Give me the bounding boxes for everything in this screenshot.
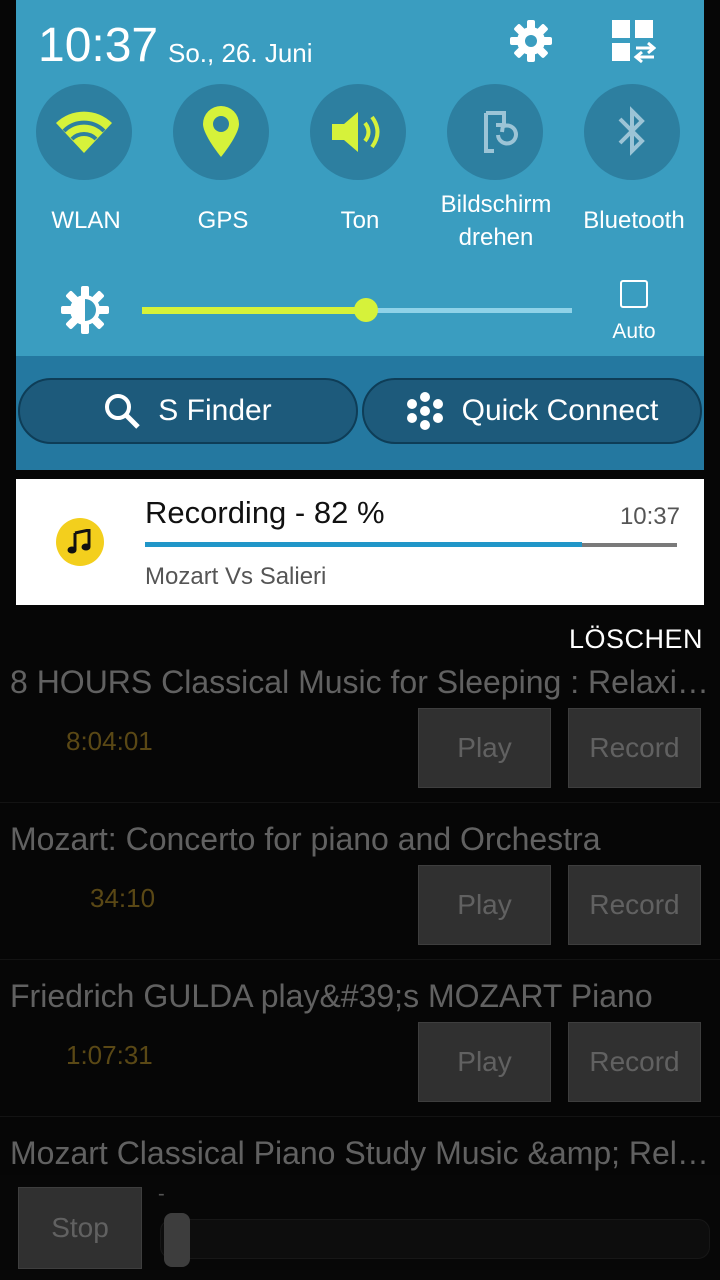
play-button[interactable]: Play (418, 708, 551, 788)
gear-icon[interactable] (508, 18, 554, 64)
list-item: 8 HOURS Classical Music for Sleeping : R… (0, 646, 720, 803)
video-title: 8 HOURS Classical Music for Sleeping : R… (10, 664, 710, 700)
seek-bar[interactable] (160, 1219, 710, 1259)
list-item: Friedrich GULDA play&#39;s MOZART Piano … (0, 960, 720, 1117)
edit-grid-icon[interactable] (610, 18, 656, 64)
music-note-icon (56, 518, 104, 566)
bluetooth-icon (618, 106, 645, 156)
video-title: Friedrich GULDA play&#39;s MOZART Piano (10, 978, 653, 1014)
date: So., 26. Juni (168, 38, 313, 68)
toggle-bluetooth[interactable] (584, 84, 680, 180)
seek-handle[interactable] (164, 1213, 190, 1267)
play-button[interactable]: Play (418, 1022, 551, 1102)
s-finder-label: S Finder (158, 394, 272, 427)
recording-progress-fill (145, 542, 582, 547)
tile-label: Bildschirm drehen (440, 191, 552, 251)
notification-subtitle: Mozart Vs Salieri (145, 563, 327, 590)
tile-label: WLAN (51, 207, 121, 234)
tile-label: Ton (340, 207, 380, 234)
list-item: Mozart: Concerto for piano and Orchestra… (0, 803, 720, 960)
player-bar: Stop - (0, 1175, 720, 1280)
toggle-sound[interactable] (310, 84, 406, 180)
brightness-icon (61, 286, 109, 334)
video-duration: 34:10 (90, 883, 156, 913)
notification-time: 10:37 (619, 503, 680, 530)
toggle-gps[interactable] (173, 84, 269, 180)
play-button[interactable]: Play (418, 865, 551, 945)
quick-settings-panel: 10:37 So., 26. Juni WLAN GPS Ton Bildsch… (16, 0, 704, 470)
brightness-handle[interactable] (354, 298, 378, 322)
stop-button[interactable]: Stop (18, 1187, 142, 1269)
notification-title: Recording - 82 % (145, 495, 385, 530)
video-duration: 1:07:31 (66, 1040, 153, 1070)
tile-label: GPS (197, 207, 249, 234)
auto-brightness-checkbox[interactable] (620, 280, 648, 308)
record-button[interactable]: Record (568, 1022, 701, 1102)
toggle-wlan[interactable] (36, 84, 132, 180)
record-button[interactable]: Record (568, 865, 701, 945)
player-status: - (158, 1183, 165, 1205)
search-icon (105, 394, 141, 429)
brightness-fill (142, 307, 366, 314)
video-duration: 8:04:01 (66, 726, 153, 756)
tile-label: Bluetooth (583, 207, 685, 234)
s-finder-button[interactable]: S Finder (18, 378, 358, 444)
toggle-rotate[interactable] (447, 84, 543, 180)
rotate-screen-icon (484, 111, 518, 153)
record-button[interactable]: Record (568, 708, 701, 788)
quick-connect-label: Quick Connect (461, 394, 659, 427)
quick-connect-button[interactable]: Quick Connect (362, 378, 702, 444)
clear-notifications-button[interactable]: LÖSCHEN (569, 624, 703, 655)
location-pin-icon (203, 106, 239, 157)
video-title: Mozart: Concerto for piano and Orchestra (10, 821, 601, 857)
recording-notification[interactable]: Recording - 82 % 10:37 Mozart Vs Salieri (16, 479, 704, 605)
wifi-icon (56, 111, 112, 153)
speaker-icon (332, 112, 380, 152)
auto-brightness-label: Auto (612, 320, 656, 343)
video-title: Mozart Classical Piano Study Music &amp;… (10, 1135, 710, 1171)
quick-connect-icon (406, 392, 443, 430)
clock: 10:37 (38, 19, 159, 72)
